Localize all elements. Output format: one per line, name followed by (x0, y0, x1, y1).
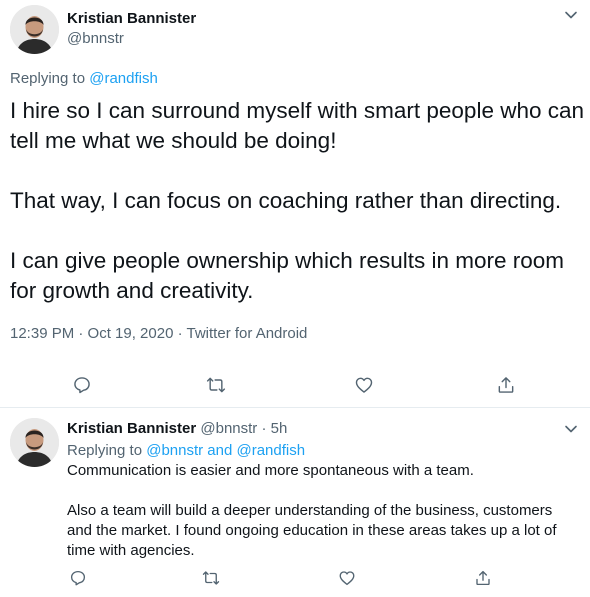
main-tweet: Kristian Bannister @bnnstr Replying to @… (0, 0, 590, 407)
tweet-paragraph: That way, I can focus on coaching rather… (10, 188, 562, 213)
author-name[interactable]: Kristian Bannister (67, 10, 196, 27)
replying-prefix: Replying to (67, 442, 143, 459)
meta-separator: · (261, 420, 271, 437)
author-handle[interactable]: @bnnstr (200, 420, 257, 437)
author-name[interactable]: Kristian Bannister (67, 420, 196, 437)
like-icon[interactable] (335, 566, 359, 590)
tweet-actions (0, 370, 590, 400)
chevron-down-icon[interactable] (562, 420, 580, 438)
reply-text: Communication is easier and more spontan… (67, 461, 577, 561)
reply-paragraph: Communication is easier and more spontan… (67, 462, 474, 479)
avatar[interactable] (10, 5, 59, 54)
tweet-paragraph: I hire so I can surround myself with sma… (10, 98, 585, 153)
replying-prefix: Replying to (10, 70, 86, 87)
share-icon[interactable] (471, 566, 495, 590)
tweet-paragraph: I can give people ownership which result… (10, 248, 565, 303)
share-icon[interactable] (494, 373, 518, 397)
reply-paragraph: Also a team will build a deeper understa… (67, 502, 557, 559)
replying-to-link[interactable]: @randfish (89, 70, 158, 87)
reply-icon[interactable] (70, 373, 94, 397)
reply-actions (0, 566, 590, 596)
tweet-source[interactable]: Twitter for Android (187, 325, 308, 342)
reply-tweet[interactable]: Kristian Bannister @bnnstr · 5h Replying… (0, 408, 590, 597)
meta-separator: · (177, 325, 187, 342)
replying-to: Replying to @randfish (10, 70, 158, 87)
tweet-meta: 12:39 PM · Oct 19, 2020 · Twitter for An… (10, 325, 307, 342)
reply-icon[interactable] (66, 566, 90, 590)
author-handle[interactable]: @bnnstr (67, 30, 124, 47)
reply-header: Kristian Bannister @bnnstr · 5h (67, 420, 287, 437)
timestamp[interactable]: 12:39 PM · Oct 19, 2020 (10, 325, 173, 342)
retweet-icon[interactable] (199, 566, 223, 590)
time-ago[interactable]: 5h (271, 420, 288, 437)
replying-to: Replying to @bnnstr and @randfish (67, 442, 305, 459)
replying-to-link[interactable]: @bnnstr and @randfish (146, 442, 305, 459)
retweet-icon[interactable] (204, 373, 228, 397)
avatar[interactable] (10, 418, 59, 467)
chevron-down-icon[interactable] (562, 6, 580, 24)
like-icon[interactable] (352, 373, 376, 397)
tweet-text: I hire so I can surround myself with sma… (10, 96, 585, 306)
